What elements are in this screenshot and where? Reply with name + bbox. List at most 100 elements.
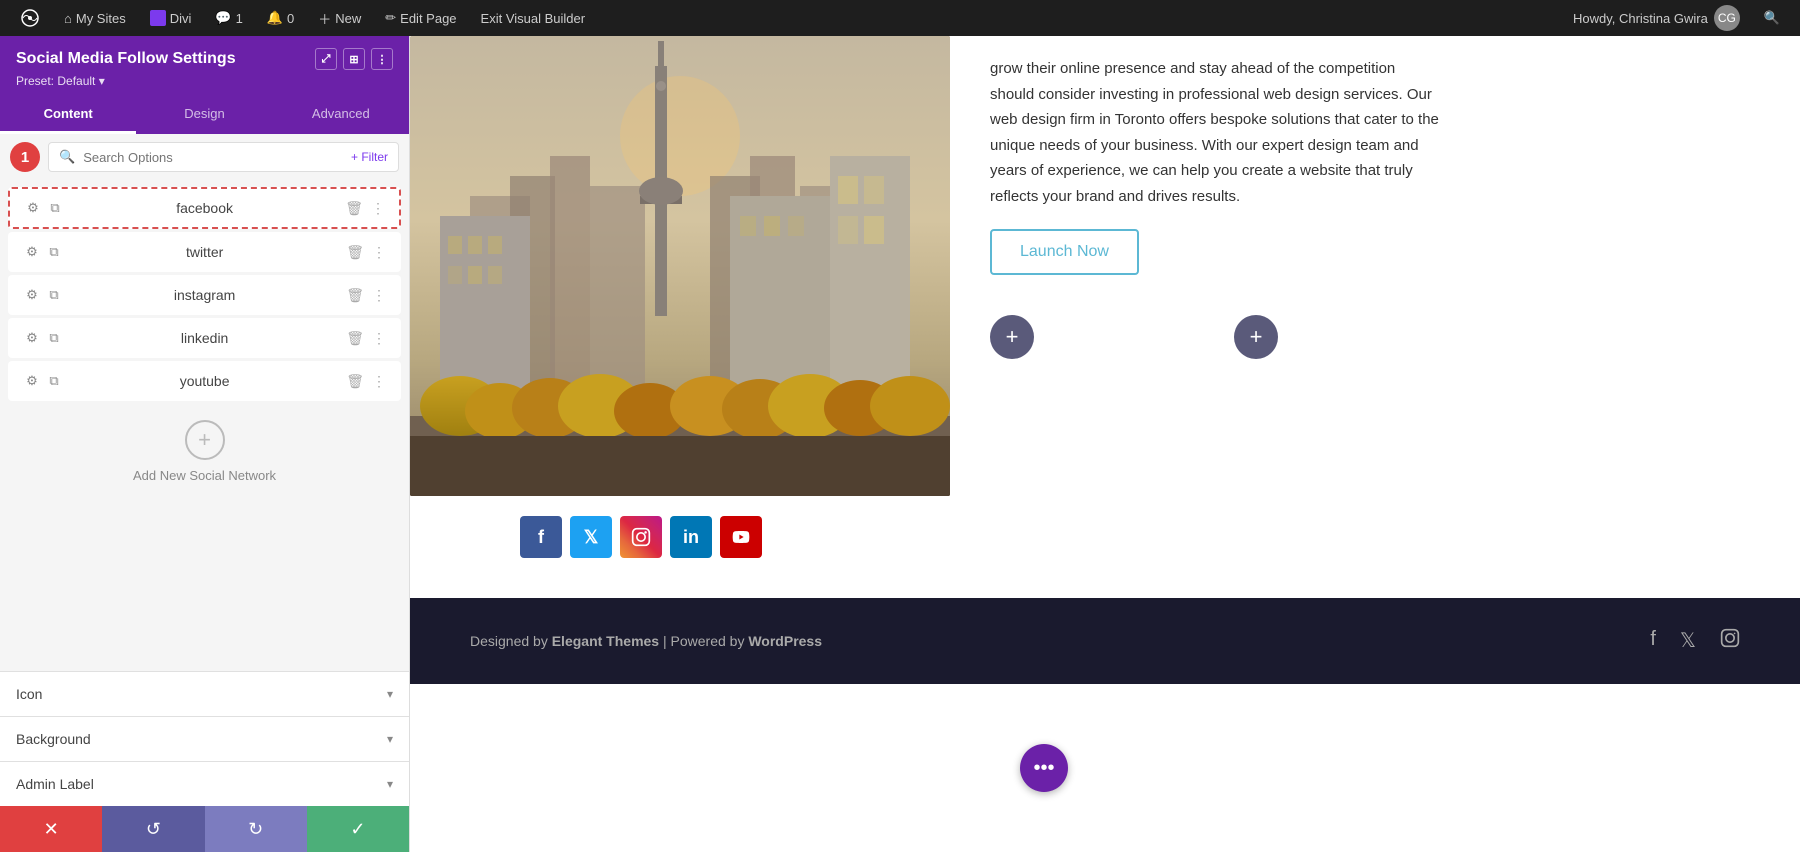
facebook-icon-btn[interactable]: f <box>520 516 562 558</box>
notif-count: 0 <box>287 11 294 26</box>
delete-instagram-button[interactable]: 🗑 <box>346 287 364 304</box>
add-section-button-2[interactable]: + <box>1234 315 1278 359</box>
add-network-section[interactable]: + Add New Social Network <box>0 404 409 499</box>
add-network-label: Add New Social Network <box>133 468 276 483</box>
drag-twitter-button[interactable]: ⋮ <box>372 244 386 261</box>
social-item-instagram[interactable]: ⚙ ⧉ instagram 🗑 ⋮ <box>8 275 401 315</box>
comment-count: 1 <box>236 11 243 26</box>
cancel-button[interactable]: ✕ <box>0 806 102 852</box>
image-column: f 𝕏 in <box>410 36 950 578</box>
resize-icon[interactable]: ⤢ <box>315 48 337 70</box>
social-item-youtube[interactable]: ⚙ ⧉ youtube 🗑 ⋮ <box>8 361 401 401</box>
settings-icon[interactable]: ⚙ <box>23 243 41 261</box>
copy-icon[interactable]: ⧉ <box>45 243 63 261</box>
preset-row: Preset: Default <box>16 74 393 88</box>
divi-icon <box>150 10 166 26</box>
floating-menu-button[interactable]: ••• <box>1020 744 1068 792</box>
my-sites-label: My Sites <box>76 11 126 26</box>
drag-linkedin-button[interactable]: ⋮ <box>372 330 386 347</box>
delete-linkedin-button[interactable]: 🗑 <box>346 330 364 347</box>
item-actions: 🗑 ⋮ <box>346 287 386 304</box>
tab-design[interactable]: Design <box>136 96 272 134</box>
social-network-list: ⚙ ⧉ facebook 🗑 ⋮ ⚙ ⧉ twitter 🗑 ⋮ <box>0 180 409 671</box>
tab-content[interactable]: Content <box>0 96 136 134</box>
add-section-button-1[interactable]: + <box>990 315 1034 359</box>
launch-now-button[interactable]: Launch Now <box>990 229 1139 275</box>
linkedin-icon-btn[interactable]: in <box>670 516 712 558</box>
divi-item[interactable]: Divi <box>140 0 202 36</box>
pencil-icon: ✏ <box>385 10 396 26</box>
social-icons-row: f 𝕏 in <box>410 496 950 578</box>
wordpress-icon <box>20 8 40 28</box>
edit-page-label: Edit Page <box>400 11 456 26</box>
youtube-icon-btn[interactable] <box>720 516 762 558</box>
notif-item[interactable]: 🔔 0 <box>257 0 304 36</box>
page-content: f 𝕏 in grow their online presence and st… <box>410 36 1800 852</box>
panel-tabs: Content Design Advanced <box>0 96 409 134</box>
icon-section: Icon ▾ <box>0 671 409 716</box>
comments-item[interactable]: 💬 1 <box>205 0 252 36</box>
add-network-icon[interactable]: + <box>185 420 225 460</box>
footer-social-icons: f 𝕏 <box>1650 628 1740 654</box>
my-sites-item[interactable]: ⌂ My Sites <box>54 0 136 36</box>
notification-badge: 1 <box>10 142 40 172</box>
delete-youtube-button[interactable]: 🗑 <box>346 373 364 390</box>
redo-button[interactable]: ↻ <box>205 806 307 852</box>
page-main: f 𝕏 in grow their online presence and st… <box>410 36 1800 684</box>
drag-instagram-button[interactable]: ⋮ <box>372 287 386 304</box>
search-icon: 🔍 <box>1764 10 1780 26</box>
item-actions: 🗑 ⋮ <box>346 244 386 261</box>
footer-instagram-icon[interactable] <box>1720 628 1740 654</box>
search-bar: 🔍 + Filter <box>48 142 399 172</box>
admin-label-chevron: ▾ <box>387 777 393 791</box>
delete-twitter-button[interactable]: 🗑 <box>346 244 364 261</box>
search-icon: 🔍 <box>59 149 75 165</box>
instagram-icon-btn[interactable] <box>620 516 662 558</box>
copy-icon[interactable]: ⧉ <box>45 286 63 304</box>
copy-icon[interactable]: ⧉ <box>45 372 63 390</box>
undo-button[interactable]: ↺ <box>102 806 204 852</box>
tab-advanced[interactable]: Advanced <box>273 96 409 134</box>
plus-icon: ＋ <box>318 9 331 28</box>
search-admin-item[interactable]: 🔍 <box>1754 0 1790 36</box>
more-icon[interactable]: ⋮ <box>371 48 393 70</box>
copy-icon[interactable]: ⧉ <box>45 329 63 347</box>
save-button[interactable]: ✓ <box>307 806 409 852</box>
hero-image <box>410 36 950 496</box>
exit-builder-item[interactable]: Exit Visual Builder <box>471 0 596 36</box>
admin-label-section-header[interactable]: Admin Label ▾ <box>0 762 409 806</box>
notif-icon: 🔔 <box>267 10 283 26</box>
settings-icon[interactable]: ⚙ <box>23 286 41 304</box>
settings-icon[interactable]: ⚙ <box>23 329 41 347</box>
item-actions: 🗑 ⋮ <box>346 373 386 390</box>
layout-icon[interactable]: ⊞ <box>343 48 365 70</box>
edit-page-item[interactable]: ✏ Edit Page <box>375 0 466 36</box>
howdy-item[interactable]: Howdy, Christina Gwira CG <box>1563 0 1750 36</box>
social-item-twitter[interactable]: ⚙ ⧉ twitter 🗑 ⋮ <box>8 232 401 272</box>
new-label: New <box>335 11 361 26</box>
settings-icon[interactable]: ⚙ <box>24 199 42 217</box>
delete-facebook-button[interactable]: 🗑 <box>345 200 363 217</box>
body-text: grow their online presence and stay ahea… <box>990 56 1440 209</box>
copy-icon[interactable]: ⧉ <box>46 199 64 217</box>
bubble-icon: 💬 <box>215 10 231 26</box>
drag-facebook-button[interactable]: ⋮ <box>371 200 385 217</box>
settings-icon[interactable]: ⚙ <box>23 372 41 390</box>
item-actions: 🗑 ⋮ <box>345 200 385 217</box>
footer-facebook-icon[interactable]: f <box>1650 628 1656 654</box>
preset-label[interactable]: Preset: Default <box>16 74 105 88</box>
background-section-header[interactable]: Background ▾ <box>0 717 409 761</box>
wp-logo-item[interactable] <box>10 0 50 36</box>
filter-button[interactable]: + Filter <box>351 150 388 164</box>
footer-twitter-icon[interactable]: 𝕏 <box>1680 628 1696 654</box>
icon-chevron: ▾ <box>387 687 393 701</box>
background-section: Background ▾ <box>0 716 409 761</box>
twitter-icon-btn[interactable]: 𝕏 <box>570 516 612 558</box>
icon-section-header[interactable]: Icon ▾ <box>0 672 409 716</box>
wp-admin-bar: ⌂ My Sites Divi 💬 1 🔔 0 ＋ New ✏ Edit Pag… <box>0 0 1800 36</box>
search-input[interactable] <box>83 150 343 165</box>
plus-new-item[interactable]: ＋ New <box>308 0 371 36</box>
drag-youtube-button[interactable]: ⋮ <box>372 373 386 390</box>
social-item-facebook[interactable]: ⚙ ⧉ facebook 🗑 ⋮ <box>8 187 401 229</box>
social-item-linkedin[interactable]: ⚙ ⧉ linkedin 🗑 ⋮ <box>8 318 401 358</box>
